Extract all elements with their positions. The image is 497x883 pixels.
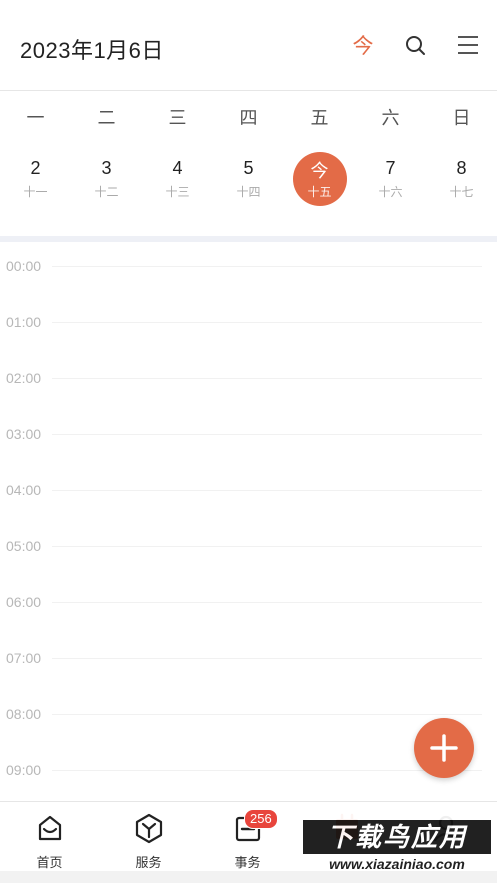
hour-line xyxy=(52,490,482,491)
date-number: 2 xyxy=(30,158,41,178)
date-cell[interactable]: 5 十四 xyxy=(213,148,284,210)
task-count-badge: 256 xyxy=(244,809,278,829)
time-slot[interactable]: 06:00 xyxy=(0,578,497,634)
top-bar: 2023年1月6日 今 xyxy=(0,0,497,91)
date-number: 8 xyxy=(456,158,467,178)
lunar-date: 十二 xyxy=(94,185,119,199)
date-cell[interactable]: 3 十二 xyxy=(71,148,142,210)
menu-button[interactable] xyxy=(453,30,483,60)
tab-label: 首页 xyxy=(36,855,63,870)
weekday-label: 五 xyxy=(310,108,329,128)
date-number: 4 xyxy=(172,158,183,178)
weekday-label: 二 xyxy=(97,108,116,128)
hour-line xyxy=(52,658,482,659)
watermark-title: 下载鸟应用 xyxy=(303,820,491,854)
hour-line xyxy=(52,602,482,603)
weekday-label: 三 xyxy=(168,108,187,128)
tab-label: 服务 xyxy=(135,855,162,870)
weekday-label: 四 xyxy=(239,108,258,128)
box-icon xyxy=(135,813,163,844)
lunar-date: 十三 xyxy=(165,185,190,199)
lunar-date: 十一 xyxy=(23,185,48,199)
tab-home[interactable]: 首页 xyxy=(0,808,99,870)
date-number: 今 xyxy=(310,161,329,181)
hour-line xyxy=(52,434,482,435)
date-title[interactable]: 2023年1月6日 xyxy=(20,33,164,65)
tab-services[interactable]: 服务 xyxy=(99,808,198,870)
hour-line xyxy=(52,266,482,267)
hour-line xyxy=(52,546,482,547)
time-label: 06:00 xyxy=(6,594,42,610)
add-event-button[interactable] xyxy=(414,718,474,778)
date-cell[interactable]: 4 十三 xyxy=(142,148,213,210)
date-number: 7 xyxy=(385,158,396,178)
hour-line xyxy=(52,770,482,771)
hour-line xyxy=(52,378,482,379)
time-slot[interactable]: 04:00 xyxy=(0,466,497,522)
lunar-date: 十五 xyxy=(307,185,332,199)
time-slot[interactable]: 01:00 xyxy=(0,298,497,354)
today-button[interactable]: 今 xyxy=(348,30,378,60)
date-cell[interactable]: 2 十一 xyxy=(0,148,71,210)
time-label: 03:00 xyxy=(6,426,42,442)
date-number: 3 xyxy=(101,158,112,178)
watermark-logo: 下载鸟应用 www.xiazainiao.com xyxy=(297,812,497,878)
tab-label: 事务 xyxy=(234,855,261,870)
plus-icon xyxy=(430,734,458,762)
lunar-date: 十七 xyxy=(449,185,474,199)
lunar-date: 十六 xyxy=(378,185,403,199)
time-label: 04:00 xyxy=(6,482,42,498)
weekday-label: 一 xyxy=(26,108,45,128)
search-button[interactable] xyxy=(400,30,430,60)
time-label: 01:00 xyxy=(6,314,42,330)
hour-line xyxy=(52,322,482,323)
hour-line xyxy=(52,714,482,715)
time-label: 00:00 xyxy=(6,258,42,274)
date-cell[interactable]: 7 十六 xyxy=(355,148,426,210)
time-slot[interactable]: 02:00 xyxy=(0,354,497,410)
lunar-date: 十四 xyxy=(236,185,261,199)
time-label: 08:00 xyxy=(6,706,42,722)
weekday-row: 一 二 三 四 五 六 日 xyxy=(0,100,497,130)
time-slot[interactable]: 07:00 xyxy=(0,634,497,690)
day-timeline[interactable]: 00:00 01:00 02:00 03:00 04:00 05:00 06:0… xyxy=(0,242,497,800)
watermark-url: www.xiazainiao.com xyxy=(329,856,465,872)
date-cell[interactable]: 8 十七 xyxy=(426,148,497,210)
home-indicator-area xyxy=(0,871,497,883)
time-slot[interactable]: 00:00 xyxy=(0,242,497,298)
time-label: 07:00 xyxy=(6,650,42,666)
time-label: 05:00 xyxy=(6,538,42,554)
date-number: 5 xyxy=(243,158,254,178)
time-label: 09:00 xyxy=(6,762,42,778)
time-label: 02:00 xyxy=(6,370,42,386)
weekday-label: 日 xyxy=(452,108,471,128)
week-date-strip: 2 十一 3 十二 4 十三 5 十四 今 十五 7 十六 8 十七 xyxy=(0,148,497,218)
menu-icon xyxy=(458,36,478,54)
time-slot[interactable]: 05:00 xyxy=(0,522,497,578)
home-icon xyxy=(38,815,62,841)
weekday-label: 六 xyxy=(381,108,400,128)
time-slot[interactable]: 03:00 xyxy=(0,410,497,466)
date-cell-today[interactable]: 今 十五 xyxy=(284,148,355,210)
search-icon xyxy=(406,36,425,55)
